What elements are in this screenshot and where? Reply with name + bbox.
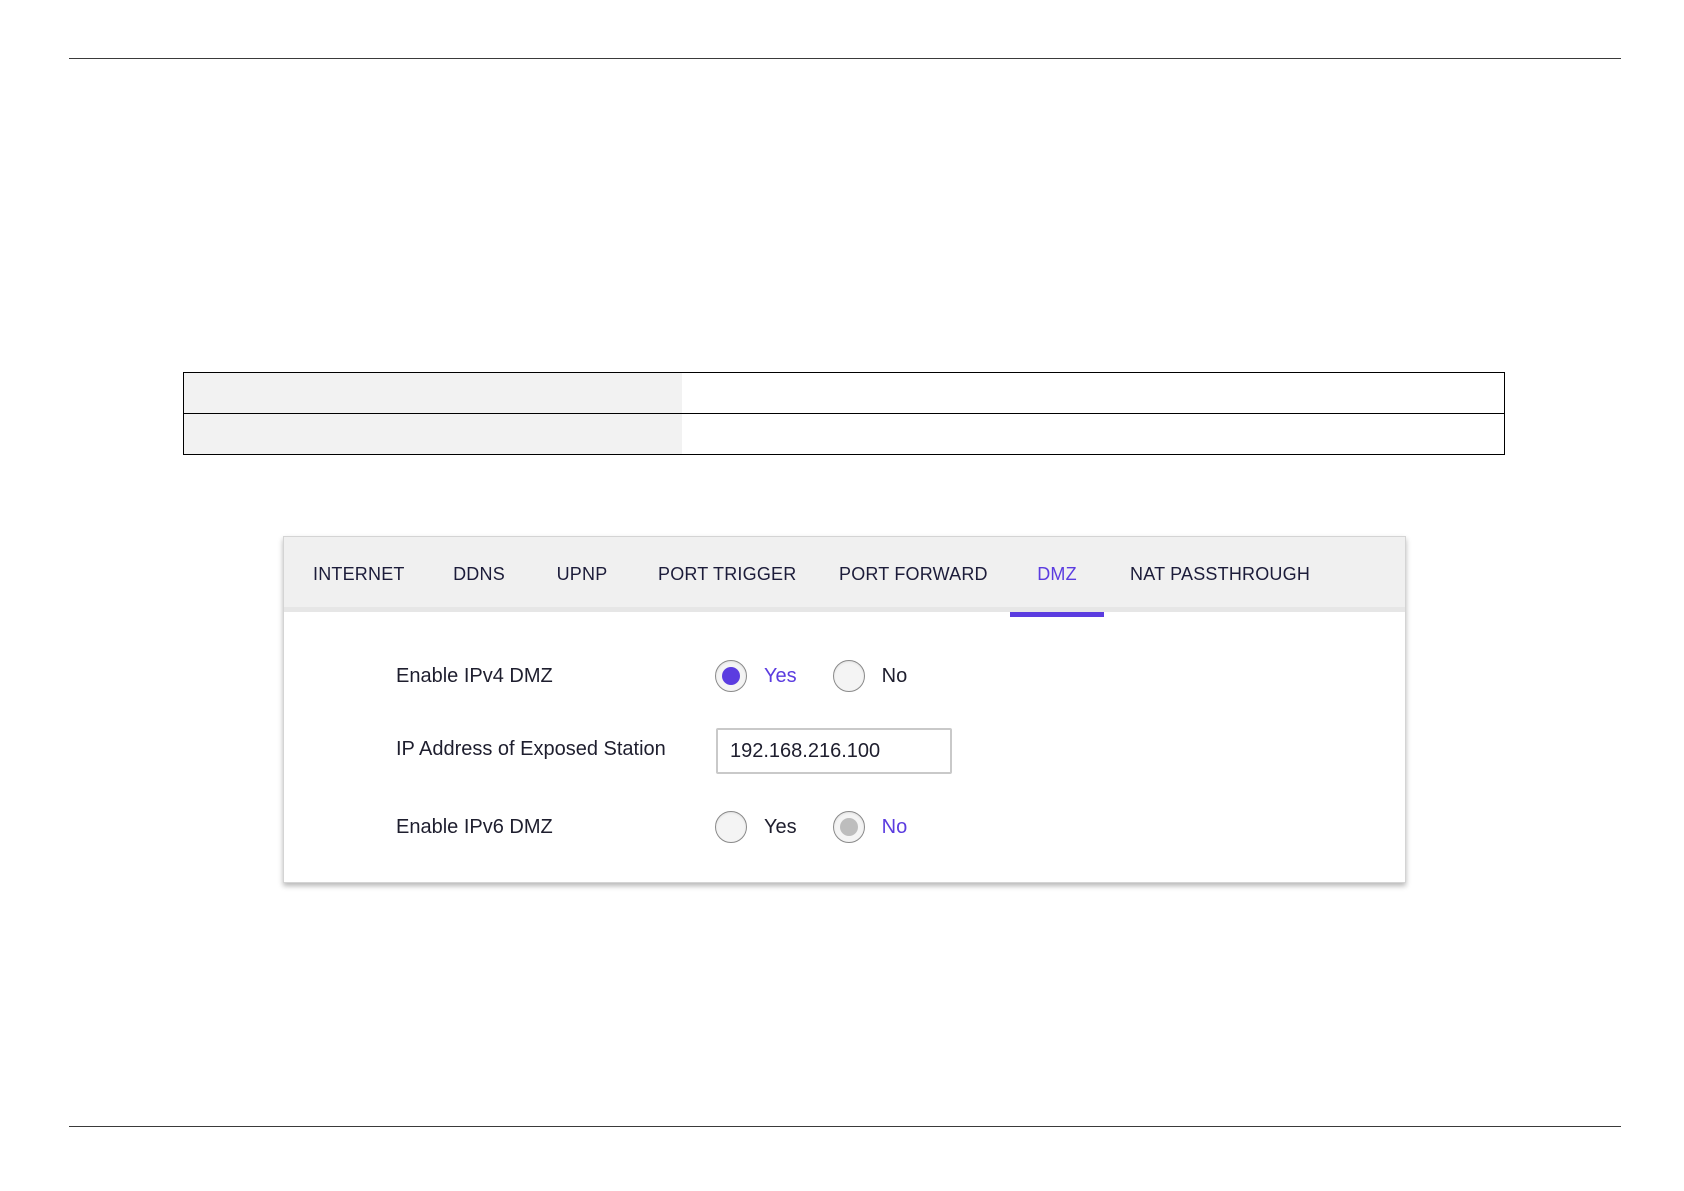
ipv4-dmz-no-label: No (881, 664, 908, 687)
table-cell-value (682, 413, 1505, 455)
radio-selected-dot (722, 667, 740, 685)
tab-nat-passthrough[interactable]: NAT PASSTHROUGH (1130, 537, 1310, 612)
tab-dmz-label: DMZ (1037, 564, 1077, 584)
table-cell-value (682, 372, 1505, 414)
tab-ddns[interactable]: DDNS (452, 537, 506, 612)
exposed-station-ip-input[interactable] (716, 728, 952, 774)
ipv6-dmz-no-label: No (881, 815, 908, 838)
ipv4-dmz-no-option[interactable]: No (832, 660, 908, 692)
tab-upnp[interactable]: UPNP (555, 537, 609, 612)
header-rule (69, 58, 1621, 59)
table-row (183, 413, 1505, 455)
ipv6-dmz-no-radio[interactable] (832, 811, 865, 843)
footer-rule (69, 1126, 1621, 1127)
tab-dmz[interactable]: DMZ (1010, 537, 1104, 617)
ipv6-dmz-yes-option[interactable]: Yes (715, 811, 797, 843)
table-cell-key (183, 372, 682, 414)
active-tab-indicator (1010, 612, 1104, 617)
tab-bar: INTERNET DDNS UPNP PORT TRIGGER PORT FOR… (284, 537, 1405, 617)
ipv4-dmz-yes-label: Yes (764, 664, 797, 687)
reference-table (183, 372, 1505, 455)
exposed-station-ip-label: IP Address of Exposed Station (396, 738, 666, 760)
table-row (183, 372, 1505, 414)
tab-internet[interactable]: INTERNET (313, 537, 404, 612)
ipv6-dmz-yes-radio[interactable] (715, 811, 747, 843)
ipv6-dmz-yes-label: Yes (764, 815, 797, 838)
ipv4-dmz-radio-group: Yes No (715, 658, 907, 694)
ipv6-dmz-label: Enable IPv6 DMZ (396, 816, 553, 838)
radio-selected-dot (839, 818, 858, 836)
dmz-settings-panel: INTERNET DDNS UPNP PORT TRIGGER PORT FOR… (283, 536, 1406, 883)
ipv6-dmz-no-option[interactable]: No (832, 811, 908, 843)
table-cell-key (183, 413, 682, 455)
ipv4-dmz-yes-option[interactable]: Yes (715, 660, 797, 692)
ipv4-dmz-yes-radio[interactable] (715, 660, 747, 692)
ipv6-dmz-radio-group: Yes No (715, 809, 907, 845)
ipv4-dmz-label: Enable IPv4 DMZ (396, 665, 553, 687)
tab-port-trigger[interactable]: PORT TRIGGER (658, 537, 796, 612)
ipv4-dmz-no-radio[interactable] (832, 660, 865, 692)
tab-port-forward[interactable]: PORT FORWARD (839, 537, 988, 612)
